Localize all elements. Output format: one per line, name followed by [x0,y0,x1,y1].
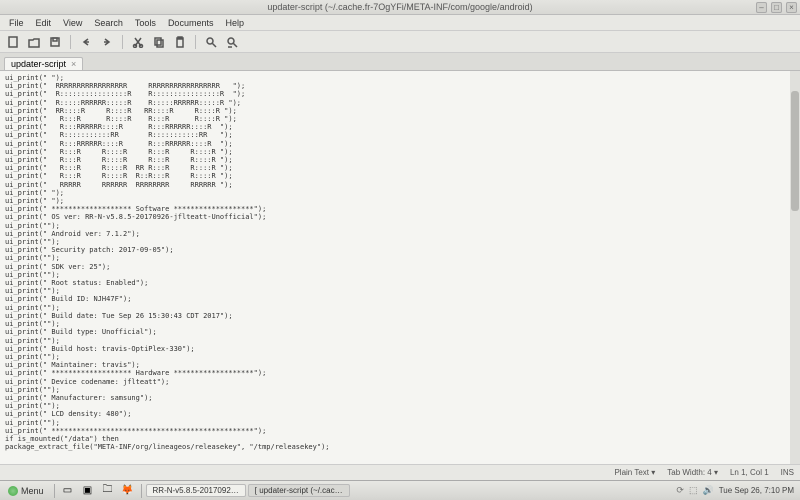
status-tabwidth[interactable]: Tab Width: 4 ▾ [667,468,718,477]
menu-documents[interactable]: Documents [163,17,219,29]
vertical-scrollbar[interactable] [790,71,800,464]
firefox-launcher[interactable]: 🦊 [119,483,137,499]
toolbar [0,31,800,53]
titlebar: updater-script (~/.cache.fr-7OgYFi/META-… [0,0,800,15]
task-file-manager[interactable]: RR-N-v5.8.5-2017092… [146,484,246,497]
cut-icon [132,36,144,48]
status-language[interactable]: Plain Text ▾ [614,468,655,477]
volume-icon[interactable]: 🔊 [702,485,713,496]
find-replace-icon [226,36,238,48]
terminal-launcher[interactable]: ▣ [79,483,97,499]
replace-button[interactable] [223,33,241,51]
menu-edit[interactable]: Edit [31,17,57,29]
redo-button[interactable] [98,33,116,51]
window-title: updater-script (~/.cache.fr-7OgYFi/META-… [267,2,532,12]
tab-updater-script[interactable]: updater-script × [4,57,83,70]
tab-label: updater-script [11,59,66,69]
mint-logo-icon [8,486,18,496]
find-button[interactable] [202,33,220,51]
save-icon [49,36,61,48]
paste-icon [174,36,186,48]
minimize-button[interactable]: – [756,2,767,13]
status-cursor: Ln 1, Col 1 [730,468,769,477]
save-button[interactable] [46,33,64,51]
menu-search[interactable]: Search [89,17,128,29]
show-desktop-button[interactable]: ▭ [59,483,77,499]
clock[interactable]: Tue Sep 26, 7:10 PM [719,486,794,495]
window-controls: – □ × [756,2,797,13]
task-label: RR-N-v5.8.5-2017092… [153,486,239,495]
menu-view[interactable]: View [58,17,87,29]
search-icon [205,36,217,48]
maximize-button[interactable]: □ [771,2,782,13]
taskbar: Menu ▭ ▣ 🗀 🦊 RR-N-v5.8.5-2017092… [ upda… [0,480,800,500]
menu-tools[interactable]: Tools [130,17,161,29]
separator [54,484,55,498]
menu-file[interactable]: File [4,17,29,29]
open-folder-icon [28,36,40,48]
scrollbar-thumb[interactable] [791,91,799,211]
menubar: File Edit View Search Tools Documents He… [0,15,800,31]
tabbar: updater-script × [0,53,800,71]
open-button[interactable] [25,33,43,51]
separator [122,35,123,49]
undo-button[interactable] [77,33,95,51]
cut-button[interactable] [129,33,147,51]
paste-button[interactable] [171,33,189,51]
files-launcher[interactable]: 🗀 [99,483,117,499]
copy-button[interactable] [150,33,168,51]
copy-icon [153,36,165,48]
statusbar: Plain Text ▾ Tab Width: 4 ▾ Ln 1, Col 1 … [0,464,800,480]
redo-icon [101,36,113,48]
close-button[interactable]: × [786,2,797,13]
network-icon[interactable]: ⬚ [689,485,698,496]
menu-help[interactable]: Help [220,17,249,29]
editor-area[interactable]: ui_print(" "); ui_print(" RRRRRRRRRRRRRR… [0,71,800,464]
editor-content[interactable]: ui_print(" "); ui_print(" RRRRRRRRRRRRRR… [0,71,800,454]
start-menu-label: Menu [21,486,44,496]
system-tray: ⟳ ⬚ 🔊 Tue Sep 26, 7:10 PM [676,485,798,496]
tab-close-icon[interactable]: × [71,59,76,69]
start-menu[interactable]: Menu [2,484,50,498]
task-editor[interactable]: [ updater-script (~/.cac… [248,484,350,497]
undo-icon [80,36,92,48]
separator [195,35,196,49]
new-file-icon [7,36,19,48]
separator [70,35,71,49]
separator [141,484,142,498]
status-insert-mode: INS [781,468,794,477]
updates-icon[interactable]: ⟳ [676,485,684,496]
task-label: [ updater-script (~/.cac… [255,486,343,495]
new-button[interactable] [4,33,22,51]
